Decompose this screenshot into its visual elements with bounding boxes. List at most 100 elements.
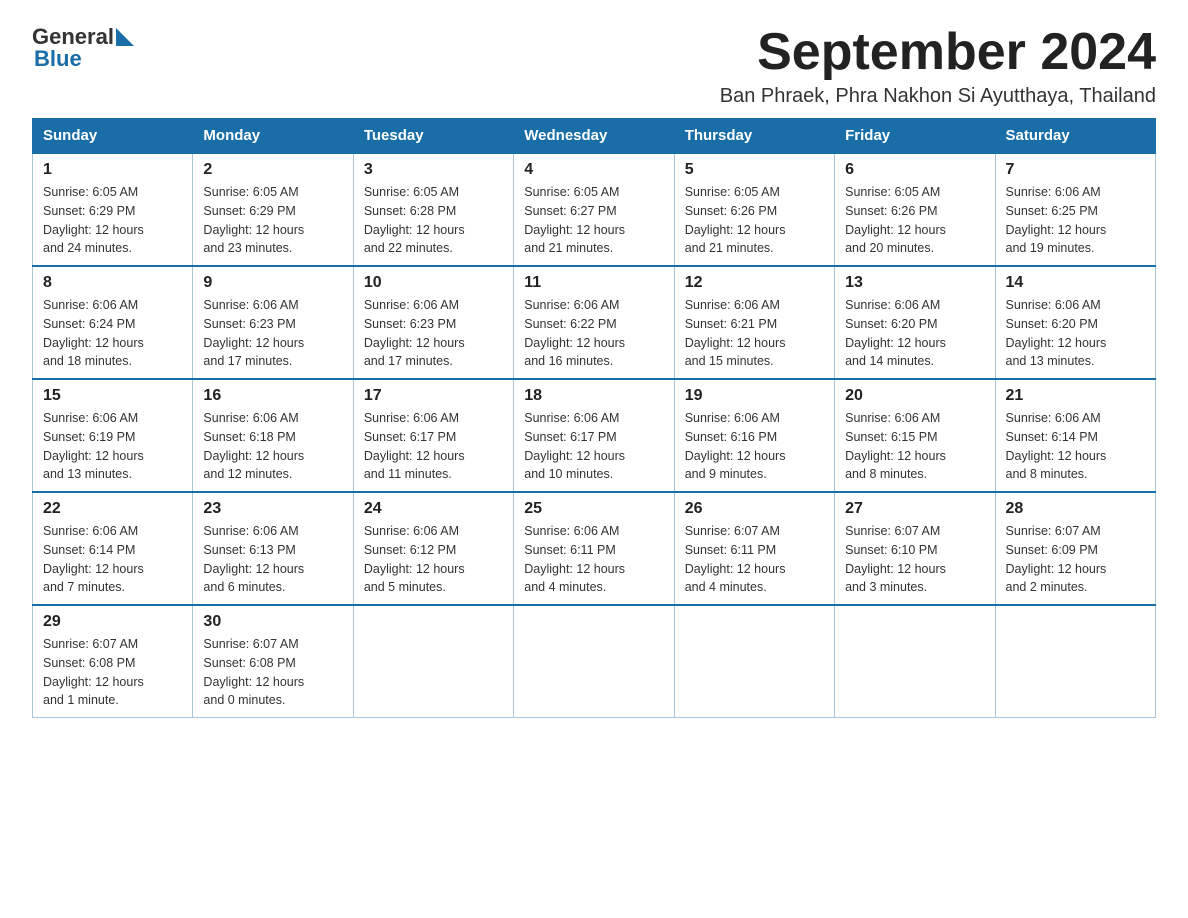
day-info: Sunrise: 6:05 AMSunset: 6:26 PMDaylight:…	[845, 183, 984, 258]
calendar-day-29: 29Sunrise: 6:07 AMSunset: 6:08 PMDayligh…	[33, 605, 193, 718]
day-info: Sunrise: 6:05 AMSunset: 6:29 PMDaylight:…	[203, 183, 342, 258]
calendar-day-27: 27 Sunrise: 6:07 AMSunset: 6:10 PMDayligh…	[835, 492, 995, 605]
page-header: General Blue September 2024 Ban Phraek, …	[32, 24, 1156, 108]
day-number: 13	[845, 274, 984, 292]
day-number: 9	[203, 274, 342, 292]
col-header-thursday: Thursday	[674, 119, 834, 154]
calendar-day-12: 12 Sunrise: 6:06 AMSunset: 6:21 PMDayligh…	[674, 266, 834, 379]
calendar-empty-cell	[353, 605, 513, 718]
day-info: Sunrise: 6:06 AMSunset: 6:23 PMDaylight:…	[203, 296, 342, 371]
calendar-day-17: 17 Sunrise: 6:06 AMSunset: 6:17 PMDayligh…	[353, 379, 513, 492]
calendar-day-23: 23 Sunrise: 6:06 AMSunset: 6:13 PMDayligh…	[193, 492, 353, 605]
day-number: 21	[1006, 387, 1145, 405]
logo-blue-text: Blue	[34, 46, 134, 72]
calendar-week-row: 1Sunrise: 6:05 AMSunset: 6:29 PMDaylight…	[33, 153, 1156, 266]
day-number: 23	[203, 500, 342, 518]
col-header-tuesday: Tuesday	[353, 119, 513, 154]
day-number: 6	[845, 161, 984, 179]
day-info: Sunrise: 6:06 AMSunset: 6:17 PMDaylight:…	[524, 409, 663, 484]
logo: General Blue	[32, 24, 134, 72]
location-subtitle: Ban Phraek, Phra Nakhon Si Ayutthaya, Th…	[720, 85, 1156, 108]
day-info: Sunrise: 6:06 AMSunset: 6:16 PMDaylight:…	[685, 409, 824, 484]
day-info: Sunrise: 6:06 AMSunset: 6:22 PMDaylight:…	[524, 296, 663, 371]
day-info: Sunrise: 6:06 AMSunset: 6:15 PMDaylight:…	[845, 409, 984, 484]
day-info: Sunrise: 6:05 AMSunset: 6:26 PMDaylight:…	[685, 183, 824, 258]
day-number: 27	[845, 500, 984, 518]
calendar-day-4: 4 Sunrise: 6:05 AMSunset: 6:27 PMDaylight…	[514, 153, 674, 266]
day-info: Sunrise: 6:06 AMSunset: 6:13 PMDaylight:…	[203, 522, 342, 597]
day-number: 18	[524, 387, 663, 405]
day-number: 12	[685, 274, 824, 292]
calendar-week-row: 15Sunrise: 6:06 AMSunset: 6:19 PMDayligh…	[33, 379, 1156, 492]
calendar-day-11: 11 Sunrise: 6:06 AMSunset: 6:22 PMDayligh…	[514, 266, 674, 379]
day-info: Sunrise: 6:06 AMSunset: 6:25 PMDaylight:…	[1006, 183, 1145, 258]
calendar-week-row: 29 Sunrise: 6:07 AMSunset: 6:08 PMDayligh…	[33, 605, 1156, 718]
day-info: Sunrise: 6:06 AMSunset: 6:20 PMDaylight:…	[845, 296, 984, 371]
col-header-monday: Monday	[193, 119, 353, 154]
day-info: Sunrise: 6:05 AMSunset: 6:28 PMDaylight:…	[364, 183, 503, 258]
calendar-day-15: 15Sunrise: 6:06 AMSunset: 6:19 PMDayligh…	[33, 379, 193, 492]
calendar-day-8: 8 Sunrise: 6:06 AMSunset: 6:24 PMDaylight…	[33, 266, 193, 379]
day-number: 25	[524, 500, 663, 518]
calendar-day-18: 18 Sunrise: 6:06 AMSunset: 6:17 PMDayligh…	[514, 379, 674, 492]
day-info: Sunrise: 6:06 AMSunset: 6:11 PMDaylight:…	[524, 522, 663, 597]
calendar-day-21: 21Sunrise: 6:06 AMSunset: 6:14 PMDayligh…	[995, 379, 1155, 492]
day-number: 20	[845, 387, 984, 405]
day-number: 2	[203, 161, 342, 179]
calendar-day-28: 28 Sunrise: 6:07 AMSunset: 6:09 PMDayligh…	[995, 492, 1155, 605]
day-info: Sunrise: 6:07 AMSunset: 6:09 PMDaylight:…	[1006, 522, 1145, 597]
day-info: Sunrise: 6:06 AMSunset: 6:23 PMDaylight:…	[364, 296, 503, 371]
day-info: Sunrise: 6:06 AMSunset: 6:21 PMDaylight:…	[685, 296, 824, 371]
calendar-empty-cell	[835, 605, 995, 718]
day-info: Sunrise: 6:07 AMSunset: 6:11 PMDaylight:…	[685, 522, 824, 597]
calendar-day-3: 3 Sunrise: 6:05 AMSunset: 6:28 PMDaylight…	[353, 153, 513, 266]
day-number: 10	[364, 274, 503, 292]
calendar-day-24: 24 Sunrise: 6:06 AMSunset: 6:12 PMDayligh…	[353, 492, 513, 605]
day-number: 3	[364, 161, 503, 179]
calendar-empty-cell	[995, 605, 1155, 718]
col-header-wednesday: Wednesday	[514, 119, 674, 154]
day-number: 14	[1006, 274, 1145, 292]
col-header-saturday: Saturday	[995, 119, 1155, 154]
calendar-day-25: 25 Sunrise: 6:06 AMSunset: 6:11 PMDayligh…	[514, 492, 674, 605]
day-number: 22	[43, 500, 182, 518]
day-info: Sunrise: 6:06 AMSunset: 6:17 PMDaylight:…	[364, 409, 503, 484]
day-info: Sunrise: 6:06 AMSunset: 6:18 PMDaylight:…	[203, 409, 342, 484]
day-number: 29	[43, 613, 182, 631]
day-info: Sunrise: 6:06 AMSunset: 6:12 PMDaylight:…	[364, 522, 503, 597]
calendar-day-10: 10 Sunrise: 6:06 AMSunset: 6:23 PMDayligh…	[353, 266, 513, 379]
calendar-day-2: 2 Sunrise: 6:05 AMSunset: 6:29 PMDaylight…	[193, 153, 353, 266]
day-number: 5	[685, 161, 824, 179]
calendar-table: SundayMondayTuesdayWednesdayThursdayFrid…	[32, 118, 1156, 718]
day-number: 11	[524, 274, 663, 292]
day-info: Sunrise: 6:05 AMSunset: 6:27 PMDaylight:…	[524, 183, 663, 258]
day-number: 19	[685, 387, 824, 405]
month-title: September 2024	[720, 24, 1156, 81]
title-area: September 2024 Ban Phraek, Phra Nakhon S…	[720, 24, 1156, 108]
calendar-day-22: 22 Sunrise: 6:06 AMSunset: 6:14 PMDayligh…	[33, 492, 193, 605]
calendar-empty-cell	[674, 605, 834, 718]
day-number: 4	[524, 161, 663, 179]
calendar-day-13: 13 Sunrise: 6:06 AMSunset: 6:20 PMDayligh…	[835, 266, 995, 379]
calendar-day-7: 7Sunrise: 6:06 AMSunset: 6:25 PMDaylight…	[995, 153, 1155, 266]
calendar-week-row: 22 Sunrise: 6:06 AMSunset: 6:14 PMDayligh…	[33, 492, 1156, 605]
day-number: 8	[43, 274, 182, 292]
day-number: 28	[1006, 500, 1145, 518]
calendar-day-16: 16 Sunrise: 6:06 AMSunset: 6:18 PMDayligh…	[193, 379, 353, 492]
calendar-day-26: 26 Sunrise: 6:07 AMSunset: 6:11 PMDayligh…	[674, 492, 834, 605]
day-info: Sunrise: 6:06 AMSunset: 6:24 PMDaylight:…	[43, 296, 182, 371]
day-info: Sunrise: 6:05 AMSunset: 6:29 PMDaylight:…	[43, 183, 182, 258]
calendar-week-row: 8 Sunrise: 6:06 AMSunset: 6:24 PMDaylight…	[33, 266, 1156, 379]
calendar-header-row: SundayMondayTuesdayWednesdayThursdayFrid…	[33, 119, 1156, 154]
calendar-day-5: 5 Sunrise: 6:05 AMSunset: 6:26 PMDaylight…	[674, 153, 834, 266]
day-info: Sunrise: 6:07 AMSunset: 6:08 PMDaylight:…	[203, 635, 342, 710]
calendar-day-1: 1Sunrise: 6:05 AMSunset: 6:29 PMDaylight…	[33, 153, 193, 266]
day-number: 24	[364, 500, 503, 518]
day-info: Sunrise: 6:07 AMSunset: 6:10 PMDaylight:…	[845, 522, 984, 597]
day-info: Sunrise: 6:06 AMSunset: 6:14 PMDaylight:…	[43, 522, 182, 597]
day-number: 16	[203, 387, 342, 405]
day-number: 17	[364, 387, 503, 405]
calendar-day-20: 20 Sunrise: 6:06 AMSunset: 6:15 PMDayligh…	[835, 379, 995, 492]
day-number: 26	[685, 500, 824, 518]
day-info: Sunrise: 6:06 AMSunset: 6:20 PMDaylight:…	[1006, 296, 1145, 371]
